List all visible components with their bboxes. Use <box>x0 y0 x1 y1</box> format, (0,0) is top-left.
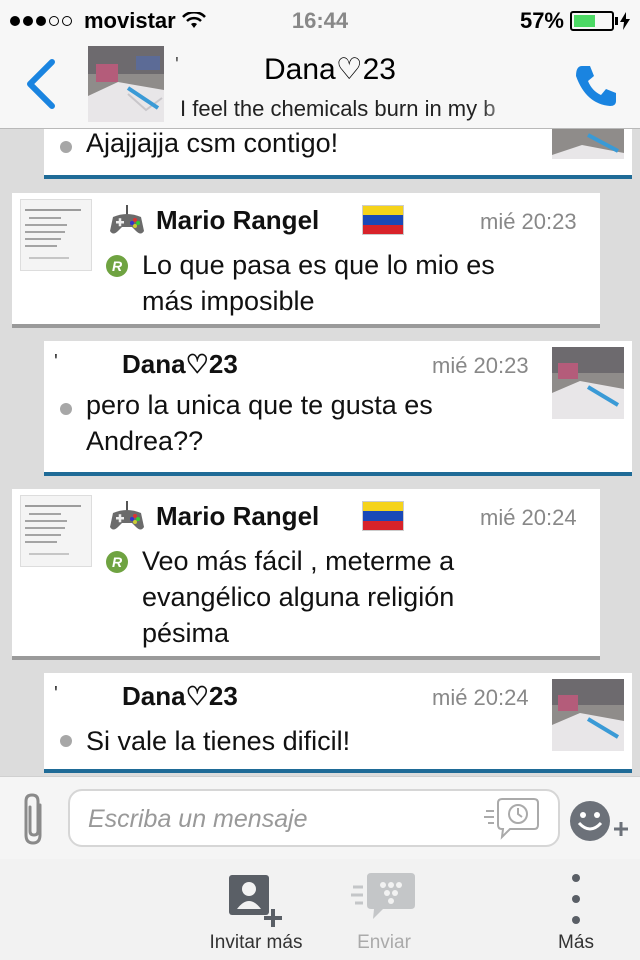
call-icon[interactable] <box>572 62 620 110</box>
message-own[interactable]: ' Dana♡23 mié 20:23 pero la unica que te… <box>44 341 632 476</box>
chat-status: I feel the chemicals burn in my b <box>180 96 520 122</box>
invite-icon <box>229 875 282 927</box>
battery-percent: 57% <box>519 8 564 33</box>
sender-mark: ' <box>54 683 58 705</box>
attach-icon[interactable] <box>18 791 50 847</box>
avatar <box>20 495 92 567</box>
delivered-dot <box>60 141 72 153</box>
status-message: I feel the chemicals burn in my b <box>180 96 496 121</box>
message-own[interactable]: ' Dana♡23 mié 20:24 Si vale la tienes di… <box>44 673 632 773</box>
tab-send[interactable]: Enviar <box>324 859 444 960</box>
message-other[interactable]: Mario Rangel mié 20:23 R Lo que pasa es … <box>12 193 600 328</box>
avatar <box>552 129 624 159</box>
chat-header: ' Dana♡23 I feel the chemicals burn in m… <box>0 40 640 129</box>
message-text: Ajajjajja csm contigo! <box>86 129 339 158</box>
message-own[interactable]: Ajajjajja csm contigo! <box>44 129 632 179</box>
emoji-icon[interactable] <box>568 797 630 845</box>
tab-bar: Invitar más Enviar Más <box>0 859 640 960</box>
badge-r-icon: R <box>106 551 128 573</box>
sender-name: Mario Rangel <box>156 501 320 531</box>
more-icon <box>572 874 580 924</box>
message-other[interactable]: Mario Rangel mié 20:24 R Veo más fácil ,… <box>12 489 600 660</box>
delivered-dot <box>60 403 72 415</box>
venezuela-flag-icon <box>362 501 404 531</box>
chat-title[interactable]: Dana♡23 <box>264 52 396 87</box>
header-mark: ' <box>175 54 179 76</box>
avatar[interactable] <box>88 46 164 122</box>
message-time: mié 20:23 <box>432 353 529 378</box>
tab-more[interactable]: Más <box>516 859 636 960</box>
message-text: Si vale la tienes dificil! <box>86 726 351 756</box>
tab-label: Enviar <box>357 932 411 953</box>
tab-label: Invitar más <box>209 932 303 953</box>
message-time: mié 20:24 <box>432 685 529 710</box>
venezuela-flag-icon <box>362 205 404 235</box>
message-text: pero la unica que te gusta es Andrea?? <box>86 390 433 456</box>
sender-name: Dana♡23 <box>122 349 238 379</box>
avatar <box>552 347 624 419</box>
tab-invite[interactable]: Invitar más <box>196 859 316 960</box>
message-time: mié 20:24 <box>480 505 577 530</box>
gamepad-icon <box>110 205 144 234</box>
message-composer <box>0 776 640 860</box>
tab-label: Más <box>558 932 594 953</box>
message-text: Lo que pasa es que lo mio es más imposib… <box>142 250 495 316</box>
avatar <box>20 199 92 271</box>
sender-name: Mario Rangel <box>156 205 320 235</box>
send-icon <box>351 873 415 919</box>
message-text: Veo más fácil , meterme a evangélico alg… <box>142 546 455 648</box>
chat-list[interactable]: Ajajjajja csm contigo! Mario Rangel mié … <box>0 129 640 776</box>
sender-name: Dana♡23 <box>122 681 238 711</box>
status-bar: movistar 16:44 57% <box>0 0 640 40</box>
message-time: mié 20:23 <box>480 209 577 234</box>
badge-r-icon: R <box>106 255 128 277</box>
gamepad-icon <box>110 501 144 530</box>
message-input[interactable] <box>86 801 470 837</box>
charging-icon <box>620 12 630 30</box>
battery: 57% <box>520 8 630 34</box>
message-input-box[interactable] <box>68 789 560 847</box>
delivered-dot <box>60 735 72 747</box>
sender-mark: ' <box>54 351 58 373</box>
back-icon[interactable] <box>22 58 62 110</box>
battery-icon <box>570 11 618 31</box>
avatar <box>552 679 624 751</box>
quick-reply-icon[interactable] <box>484 797 540 841</box>
